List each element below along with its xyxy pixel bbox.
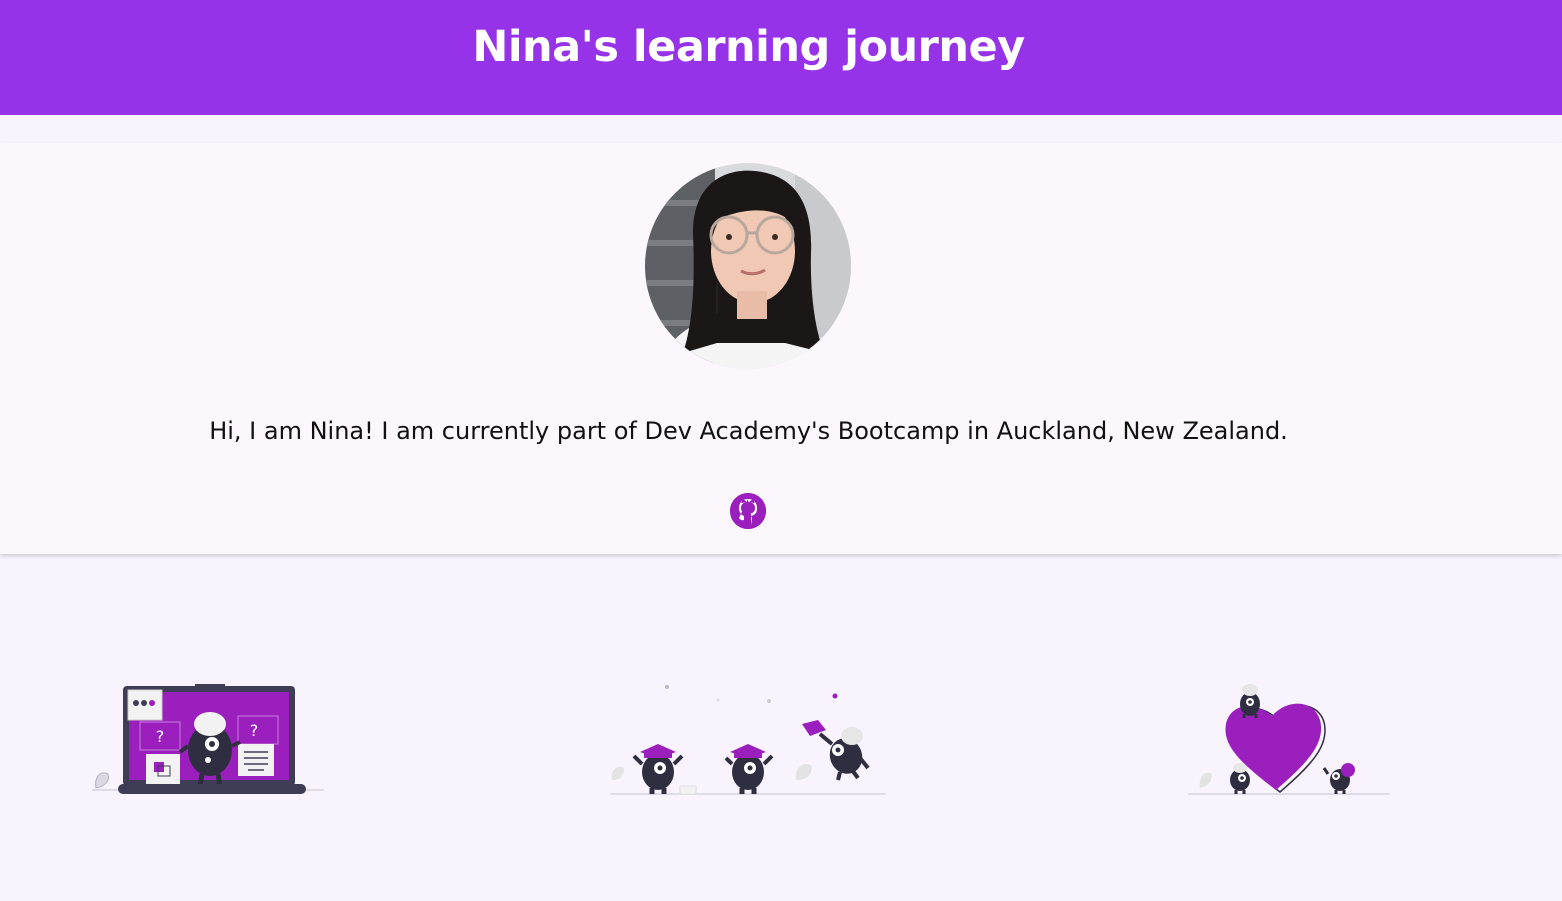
graduation-monsters-illustration <box>606 680 890 800</box>
profile-photo-icon <box>645 163 851 369</box>
github-link[interactable] <box>729 492 767 530</box>
heart-monsters-illustration <box>1186 680 1392 800</box>
laptop-monster-illustration: ? ? <box>88 680 328 800</box>
bio-text: Hi, I am Nina! I am currently part of De… <box>209 417 1288 445</box>
avatar <box>645 163 851 369</box>
github-icon <box>730 493 766 529</box>
header-spacer <box>0 115 1562 144</box>
page-title: Nina's learning journey <box>472 22 1025 72</box>
profile-card: Hi, I am Nina! I am currently part of De… <box>0 143 1562 554</box>
svg-text:?: ? <box>250 721 259 740</box>
page-header: Nina's learning journey <box>0 0 1562 115</box>
svg-text:?: ? <box>156 727 165 746</box>
